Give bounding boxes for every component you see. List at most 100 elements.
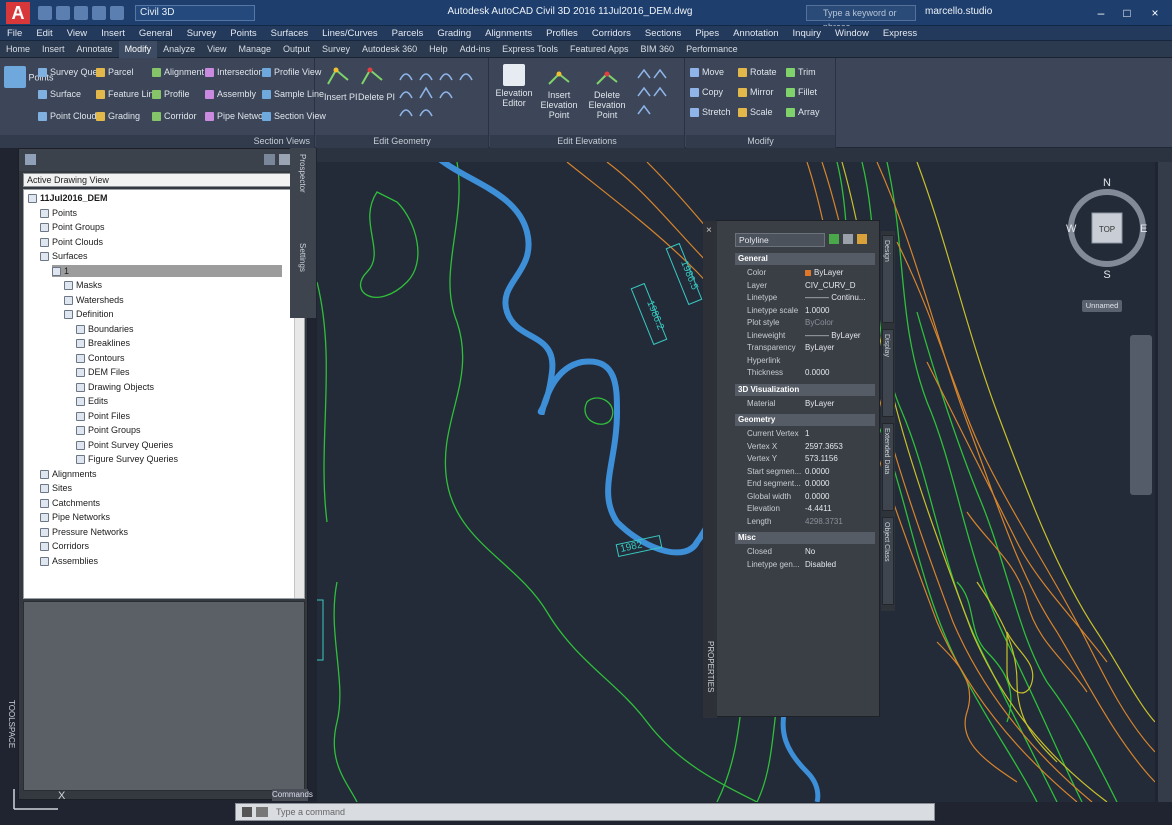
maximize-button[interactable]: □ [1116,4,1138,22]
settings-tab[interactable]: Settings [298,243,307,272]
menu-item-insert[interactable]: Insert [94,26,132,41]
menu-item-window[interactable]: Window [828,26,876,41]
menu-item-profiles[interactable]: Profiles [539,26,585,41]
ribbon-btn-corridor[interactable]: Corridor [152,110,204,122]
wcs-menu[interactable]: Unnamed [1082,300,1122,312]
prospector-tab[interactable]: Prospector [298,154,307,193]
redo-icon[interactable] [110,6,124,20]
tree-item-definition[interactable]: Definition [64,308,114,320]
view-cube-top[interactable]: TOP [1099,225,1115,234]
section-general[interactable]: General [735,253,875,265]
tree-item-dem-files[interactable]: DEM Files [76,366,130,378]
ribbon-btn-intersection[interactable]: Intersection [205,66,271,78]
menu-item-view[interactable]: View [60,26,94,41]
ribbon-btn-surface[interactable]: Surface [38,88,105,100]
ribbon-btn-pipe-network[interactable]: Pipe Network [205,110,271,122]
ribbon-tab-modify[interactable]: Modify [118,41,158,58]
property-row-transparency[interactable]: Transparency ByLayer [735,342,875,354]
ribbon-tab-featured-apps[interactable]: Featured Apps [564,41,635,58]
tree-item-point-clouds[interactable]: Point Clouds [40,236,103,248]
property-row-color[interactable]: Color ByLayer [735,267,875,279]
command-line[interactable]: Type a command [235,803,935,821]
property-value[interactable]: 4298.3731 [805,516,843,528]
property-value[interactable]: No [805,546,815,558]
points-button[interactable]: Points [4,66,54,90]
menu-item-alignments[interactable]: Alignments [478,26,539,41]
ribbon-btn-survey-query[interactable]: Survey Query [38,66,105,78]
menu-item-general[interactable]: General [132,26,180,41]
tree-item-assemblies[interactable]: Assemblies [40,555,98,567]
property-value[interactable]: 1 [805,428,809,440]
compass-w[interactable]: W [1066,223,1077,235]
tree-item-11jul2016-dem[interactable]: 11Jul2016_DEM [28,192,108,204]
property-value[interactable]: ——— Continu... [805,292,865,304]
toggle-pickadd-icon[interactable] [829,234,839,244]
property-value[interactable]: ByColor [805,317,833,329]
property-value[interactable]: ByLayer [805,267,843,279]
modify-rotate-button[interactable]: Rotate [738,66,777,78]
new-file-icon[interactable] [38,6,52,20]
property-row-elevation[interactable]: Elevation -4.4411 [735,503,875,515]
property-row-lineweight[interactable]: Lineweight ——— ByLayer [735,330,875,342]
insert-pi-button[interactable]: Insert PI [324,64,358,103]
modify-trim-button[interactable]: Trim [786,66,816,78]
workspace-select[interactable]: Civil 3D [135,5,255,21]
tree-item-breaklines[interactable]: Breaklines [76,337,130,349]
ribbon-tab-view[interactable]: View [201,41,232,58]
tree-item-corridors[interactable]: Corridors [40,540,89,552]
property-row-material[interactable]: Material ByLayer [735,398,875,410]
tree-item-catchments[interactable]: Catchments [40,497,100,509]
command-search-icon[interactable] [256,807,268,817]
property-value[interactable]: 0.0000 [805,491,829,503]
property-row-linetype[interactable]: Linetype ——— Continu... [735,292,875,304]
selected-polyline[interactable] [437,162,725,556]
property-value[interactable]: Disabled [805,559,836,571]
property-value[interactable]: 0.0000 [805,478,829,490]
property-value[interactable]: ByLayer [805,398,834,410]
select-objects-icon[interactable] [843,234,853,244]
tree-item-drawing-objects[interactable]: Drawing Objects [76,381,154,393]
commands-button[interactable]: Commands [272,789,313,801]
active-drawing-view-select[interactable]: Active Drawing View [23,173,305,187]
tree-item-pipe-networks[interactable]: Pipe Networks [40,511,110,523]
ribbon-tab-output[interactable]: Output [277,41,316,58]
ribbon-tab-annotate[interactable]: Annotate [71,41,119,58]
ribbon-tab-bim-360[interactable]: BIM 360 [635,41,681,58]
properties-title-strip[interactable]: × PROPERTIES [703,221,717,718]
property-value[interactable]: -4.4411 [805,503,832,515]
compass-n[interactable]: N [1103,177,1111,189]
menu-item-lines-curves[interactable]: Lines/Curves [315,26,384,41]
props-tab-design[interactable]: Design [882,235,894,323]
toolspace-options-icon[interactable] [264,154,275,165]
property-value[interactable]: 0.0000 [805,367,829,379]
modify-fillet-button[interactable]: Fillet [786,86,817,98]
tree-item-alignments[interactable]: Alignments [40,468,97,480]
save-icon[interactable] [74,6,88,20]
ribbon-btn-profile[interactable]: Profile [152,88,204,100]
property-row-current-vertex[interactable]: Current Vertex 1 [735,428,875,440]
property-row-linetype-scale[interactable]: Linetype scale 1.0000 [735,305,875,317]
elevation-editor-button[interactable]: Elevation Editor [494,64,534,108]
menu-item-sections[interactable]: Sections [638,26,688,41]
menu-item-annotation[interactable]: Annotation [726,26,785,41]
undo-icon[interactable] [92,6,106,20]
modify-scale-button[interactable]: Scale [738,106,773,118]
props-tab-extended-data[interactable]: Extended Data [882,423,894,511]
menu-item-edit[interactable]: Edit [29,26,59,41]
menu-item-express[interactable]: Express [876,26,924,41]
insert-elevation-button[interactable]: Insert Elevation Point [536,64,582,120]
property-row-global-width[interactable]: Global width 0.0000 [735,491,875,503]
navigation-bar[interactable] [1130,335,1152,495]
tree-item-sites[interactable]: Sites [40,482,72,494]
ribbon-btn-feature-line[interactable]: Feature Line [96,88,159,100]
menu-item-grading[interactable]: Grading [430,26,478,41]
autocad-logo-icon[interactable]: A [6,2,30,24]
tree-item-boundaries[interactable]: Boundaries [76,323,134,335]
toolspace-grid-icon[interactable] [279,154,290,165]
tree-item-surfaces[interactable]: Surfaces [40,250,88,262]
modify-mirror-button[interactable]: Mirror [738,86,774,98]
property-value[interactable]: 573.1156 [805,453,838,465]
tree-item-point-files[interactable]: Point Files [76,410,130,422]
property-row-layer[interactable]: Layer CIV_CURV_D [735,280,875,292]
ribbon-btn-assembly[interactable]: Assembly [205,88,271,100]
